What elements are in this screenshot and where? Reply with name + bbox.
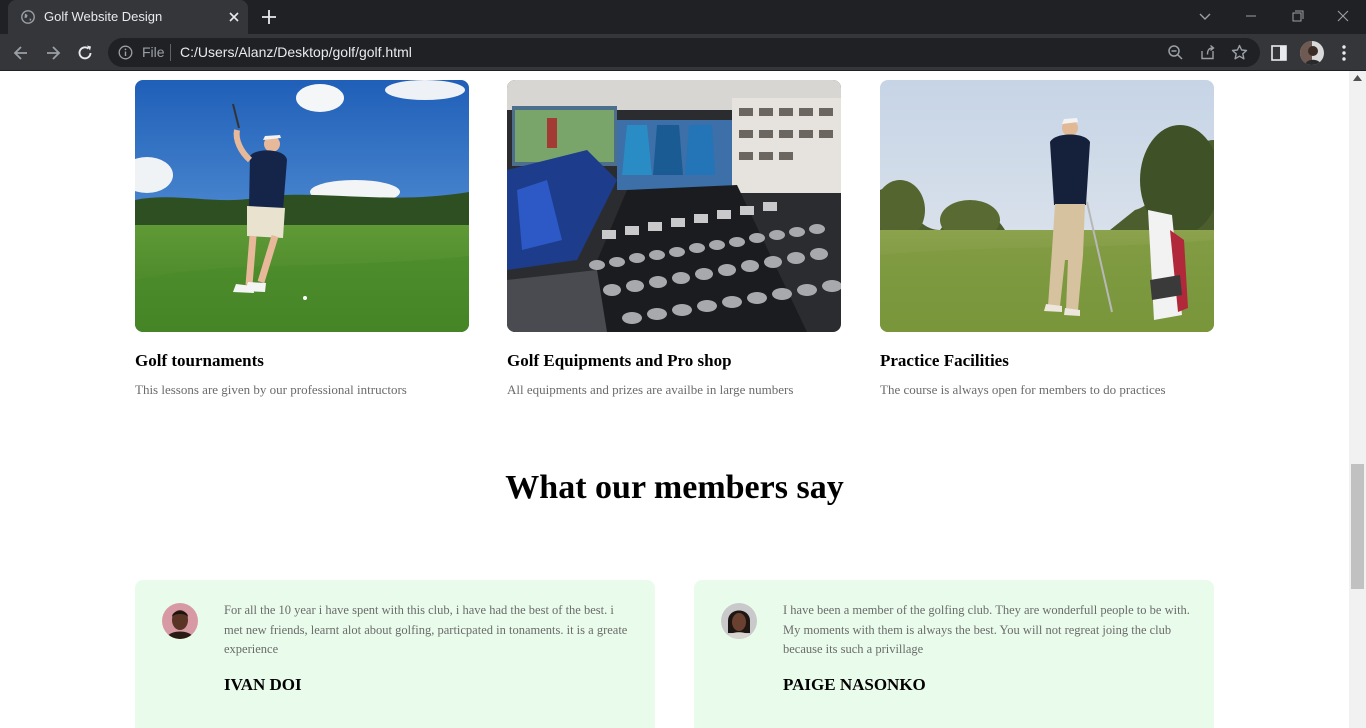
avatar (721, 603, 757, 639)
service-card: Golf Equipments and Pro shop All equipme… (507, 80, 841, 398)
scroll-up-arrow-icon[interactable] (1353, 75, 1362, 81)
omnibox-divider (170, 44, 171, 61)
testimonial-card: I have been a member of the golfing club… (694, 580, 1214, 728)
page-viewport: Golf tournaments This lessons are given … (0, 71, 1349, 728)
testimonial-text: I have been a member of the golfing club… (783, 603, 1190, 656)
practice-facilities-image (880, 80, 1214, 332)
member-photo (162, 603, 198, 639)
reload-icon[interactable] (75, 43, 95, 63)
page-scrollbar[interactable] (1349, 71, 1366, 728)
testimonial-card: For all the 10 year i have spent with th… (135, 580, 655, 728)
browser-toolbar: File C:/Users/Alanz/Desktop/golf/golf.ht… (0, 34, 1366, 71)
forward-arrow-icon[interactable] (43, 43, 63, 63)
golfer-swing-image (135, 80, 469, 332)
service-card: Practice Facilities The course is always… (880, 80, 1214, 398)
service-title: Golf tournaments (135, 351, 264, 370)
service-description: The course is always open for members to… (880, 382, 1166, 397)
testimonial-author: IVAN DOI (224, 675, 302, 694)
service-description: All equipments and prizes are availbe in… (507, 382, 794, 397)
info-icon[interactable] (118, 45, 133, 60)
testimonials-heading: What our members say (505, 469, 844, 506)
minimize-icon[interactable] (1240, 5, 1262, 27)
url-text[interactable]: C:/Users/Alanz/Desktop/golf/golf.html (180, 44, 412, 60)
kebab-menu-icon[interactable] (1336, 44, 1352, 62)
side-panel-icon[interactable] (1270, 44, 1288, 62)
share-icon[interactable] (1199, 44, 1216, 61)
scrollbar-thumb[interactable] (1351, 464, 1364, 589)
service-card: Golf tournaments This lessons are given … (135, 80, 469, 398)
service-title: Practice Facilities (880, 351, 1009, 370)
profile-photo (1300, 41, 1324, 65)
address-bar[interactable]: File C:/Users/Alanz/Desktop/golf/golf.ht… (108, 38, 1260, 67)
avatar (162, 603, 198, 639)
member-photo (721, 603, 757, 639)
star-icon[interactable] (1231, 44, 1248, 61)
back-arrow-icon[interactable] (11, 43, 31, 63)
tab-title: Golf Website Design (44, 9, 163, 24)
chevron-down-icon[interactable] (1197, 8, 1213, 24)
service-title: Golf Equipments and Pro shop (507, 351, 732, 370)
browser-tab[interactable]: Golf Website Design (8, 0, 248, 34)
globe-icon (21, 10, 35, 24)
service-description: This lessons are given by our profession… (135, 382, 407, 397)
scheme-label: File (142, 44, 165, 60)
close-icon[interactable] (226, 9, 242, 25)
pro-shop-image (507, 80, 841, 332)
maximize-icon[interactable] (1286, 5, 1308, 27)
zoom-icon[interactable] (1167, 44, 1184, 61)
testimonial-text: For all the 10 year i have spent with th… (224, 603, 628, 656)
window-close-icon[interactable] (1332, 5, 1354, 27)
testimonial-author: PAIGE NASONKO (783, 675, 926, 694)
browser-tab-strip: Golf Website Design (0, 0, 1366, 34)
profile-avatar[interactable] (1300, 41, 1324, 65)
plus-icon[interactable] (260, 8, 278, 26)
